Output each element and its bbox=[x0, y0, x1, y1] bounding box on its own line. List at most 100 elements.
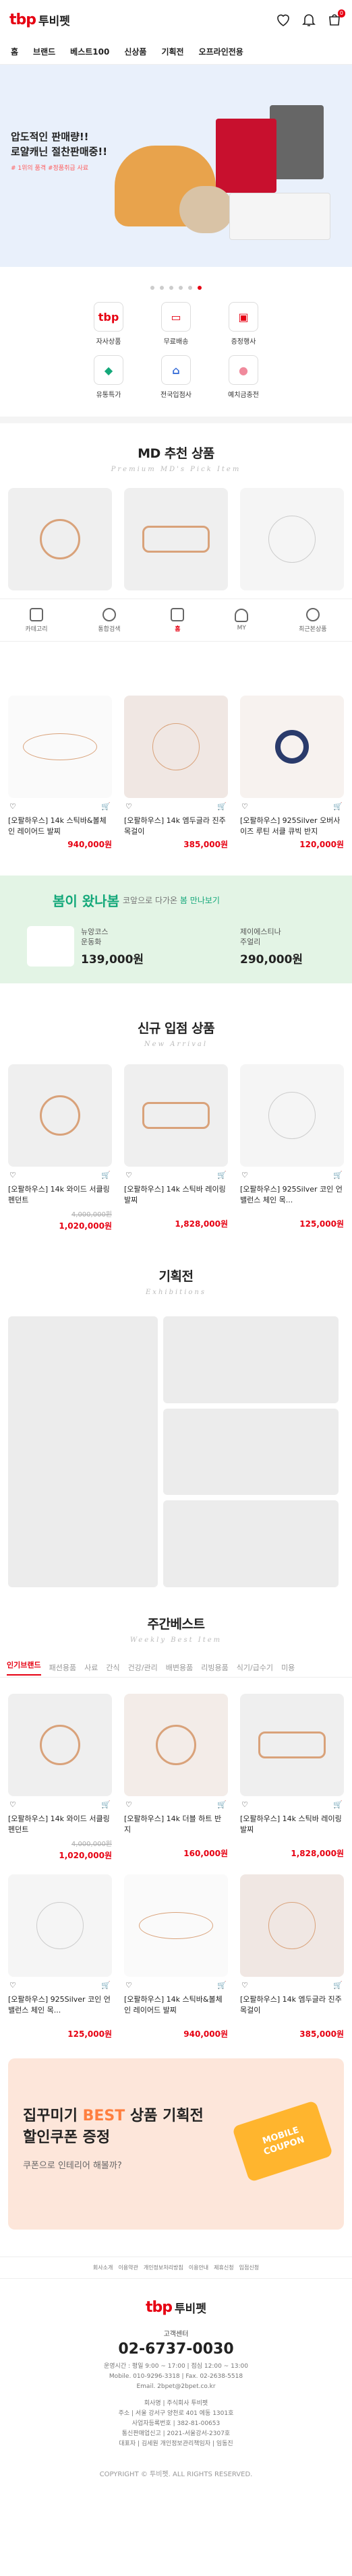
pagination-dot[interactable] bbox=[188, 286, 192, 290]
pagination-dot[interactable] bbox=[160, 286, 164, 290]
logo[interactable]: tbp 투비펫 bbox=[9, 11, 70, 28]
product-name: [오팔하우스] 14k 스틱바&볼체인 레이어드 발찌 bbox=[124, 1995, 223, 2015]
product-card[interactable]: ♡ 🛒 [오팔하우스] 925Silver 코인 언밸런스 체인 목... 125… bbox=[240, 1064, 344, 1231]
product-card[interactable]: ♡ 🛒 [오팔하우스] 925Silver 오버사이즈 루틴 서클 큐빅 반지 1… bbox=[240, 696, 344, 850]
heart-icon[interactable]: ♡ bbox=[125, 1981, 135, 1990]
cart-icon[interactable]: 🛒 bbox=[101, 802, 111, 811]
cart-icon[interactable]: 🛒 bbox=[217, 1800, 227, 1810]
tab-snack[interactable]: 간식 bbox=[106, 1662, 119, 1673]
tab-fashion[interactable]: 패션용품 bbox=[49, 1662, 76, 1673]
product-card[interactable]: ♡ 🛒 [오팔하우스] 14k 와이드 서클링 펜던트 4,000,000원 1,… bbox=[8, 1064, 112, 1231]
coupon-banner[interactable]: 집꾸미기 BEST 상품 기획전 할인쿠폰 증정 쿠폰으로 인테리어 해볼까? M… bbox=[8, 2058, 344, 2230]
cart-icon[interactable]: 🛒 bbox=[101, 1171, 111, 1180]
bottom-nav-label: MY bbox=[237, 625, 246, 632]
heart-icon[interactable]: ♡ bbox=[9, 1981, 19, 1990]
heart-icon[interactable]: ♡ bbox=[125, 1171, 135, 1180]
footer-link-vendor[interactable]: 입점신청 bbox=[239, 2264, 259, 2271]
product-card[interactable]: ♡ 🛒 [오팔하우스] 14k 스틱바 레이링 발찌 1,828,000원 bbox=[124, 1064, 228, 1231]
ring-image bbox=[275, 730, 309, 764]
tab-health[interactable]: 건강/관리 bbox=[128, 1662, 158, 1673]
product-card[interactable]: ♡ 🛒 [오팔하우스] 14k 스틱바 레이링 발찌 1,828,000원 bbox=[240, 1694, 344, 1861]
heart-icon[interactable]: ♡ bbox=[241, 1171, 251, 1180]
bottom-nav-recent[interactable]: 최근본상품 bbox=[299, 607, 327, 633]
footer-link-about[interactable]: 회사소개 bbox=[93, 2264, 113, 2271]
cart-icon[interactable]: 🛒 bbox=[101, 1981, 111, 1990]
heart-icon[interactable]: ♡ bbox=[9, 1800, 19, 1810]
quick-item-deposit[interactable]: ● 예치금충전 bbox=[210, 355, 277, 399]
cart-icon[interactable]: 🛒 bbox=[333, 802, 343, 811]
bottom-nav-home[interactable]: 홈 bbox=[171, 607, 185, 633]
bell-icon[interactable] bbox=[301, 11, 317, 28]
heart-icon[interactable] bbox=[275, 11, 291, 28]
product-card[interactable] bbox=[124, 488, 228, 590]
heart-icon[interactable]: ♡ bbox=[9, 1171, 19, 1180]
nav-home[interactable]: 홈 bbox=[11, 46, 18, 57]
nav-new[interactable]: 신상품 bbox=[124, 46, 146, 57]
product-card[interactable] bbox=[240, 488, 344, 590]
heart-icon[interactable]: ♡ bbox=[241, 802, 251, 811]
cart-icon[interactable]: 🛒 bbox=[333, 1171, 343, 1180]
spring-item[interactable]: 뉴앙코스 운동화 139,000원 bbox=[27, 926, 144, 967]
product-image bbox=[240, 1064, 344, 1167]
product-actions: ♡ 🛒 bbox=[8, 1977, 112, 1994]
cart-icon[interactable]: 🛒 bbox=[217, 802, 227, 811]
pagination-dot[interactable] bbox=[150, 286, 154, 290]
product-card[interactable]: ♡ 🛒 [오팔하우스] 925Silver 코인 언밸런스 체인 목... 125… bbox=[8, 1874, 112, 2040]
product-card[interactable]: ♡ 🛒 [오팔하우스] 14k 더블 하트 반지 160,000원 bbox=[124, 1694, 228, 1861]
cart-icon[interactable]: 🛒 bbox=[333, 1800, 343, 1810]
exhibition-banner[interactable] bbox=[8, 1316, 158, 1587]
heart-icon[interactable]: ♡ bbox=[9, 802, 19, 811]
bottom-nav-my[interactable]: MY bbox=[235, 609, 249, 632]
footer-link-terms[interactable]: 이용약관 bbox=[118, 2264, 138, 2271]
cart-icon[interactable]: 🛒 bbox=[217, 1981, 227, 1990]
pagination-dot[interactable] bbox=[179, 286, 183, 290]
cart-icon[interactable]: 🛒 bbox=[333, 1981, 343, 1990]
quick-item-own[interactable]: tbp 자사상품 bbox=[75, 302, 142, 346]
heart-icon[interactable]: ♡ bbox=[241, 1800, 251, 1810]
quick-item-free-shipping[interactable]: ▭ 무료배송 bbox=[142, 302, 210, 346]
cart-icon[interactable]: 🛒 bbox=[101, 1800, 111, 1810]
nav-brand[interactable]: 브랜드 bbox=[33, 46, 55, 57]
spring-item[interactable]: 제이에스티나 주얼리 290,000원 bbox=[186, 926, 303, 967]
footer-link-partner[interactable]: 제휴신청 bbox=[214, 2264, 233, 2271]
tab-food[interactable]: 사료 bbox=[84, 1662, 98, 1673]
product-card[interactable]: ♡ 🛒 [오팔하우스] 14k 엠두글라 진주 목걸이 385,000원 bbox=[240, 1874, 344, 2040]
spring-banner[interactable]: 봄이 왔나봄 코앞으로 다가온 봄 만나보기 뉴앙코스 운동화 139,000원 … bbox=[0, 876, 352, 983]
cs-phone[interactable]: 02-6737-0030 bbox=[0, 2341, 352, 2358]
exhibition-banner[interactable] bbox=[163, 1500, 339, 1587]
spring-title: 봄이 왔나봄 bbox=[53, 893, 119, 909]
product-card[interactable]: ♡ 🛒 [오팔하우스] 14k 와이드 서클링 펜던트 4,000,000원 1,… bbox=[8, 1694, 112, 1861]
product-card[interactable]: ♡ 🛒 [오팔하우스] 14k 스틱바&볼체인 레이어드 발찌 940,000원 bbox=[124, 1874, 228, 2040]
bottom-nav-search[interactable]: 통합검색 bbox=[98, 607, 121, 633]
nav-best100[interactable]: 베스트100 bbox=[70, 46, 109, 57]
cart-icon[interactable]: 🛒 bbox=[217, 1171, 227, 1180]
quick-item-deal[interactable]: ◆ 유통특가 bbox=[75, 355, 142, 399]
banner-line1: 압도적인 판매량!! bbox=[11, 131, 89, 143]
product-card[interactable] bbox=[8, 488, 112, 590]
tab-toilet[interactable]: 배변용품 bbox=[166, 1662, 193, 1673]
pagination-dot-active[interactable] bbox=[198, 286, 202, 290]
nav-exhibition[interactable]: 기획전 bbox=[161, 46, 183, 57]
product-card[interactable]: ♡ 🛒 [오팔하우스] 14k 엠두글라 진주 목걸이 385,000원 bbox=[124, 696, 228, 850]
product-card[interactable]: ♡ 🛒 [오팔하우스] 14k 스틱바&볼체인 레이어드 발찌 940,000원 bbox=[8, 696, 112, 850]
heart-icon[interactable]: ♡ bbox=[125, 802, 135, 811]
menu-icon bbox=[29, 607, 43, 621]
tab-beauty[interactable]: 미용 bbox=[281, 1662, 295, 1673]
tab-bowl[interactable]: 식기/급수기 bbox=[237, 1662, 273, 1673]
heart-icon[interactable]: ♡ bbox=[241, 1981, 251, 1990]
nav-offline[interactable]: 오프라인전용 bbox=[199, 46, 243, 57]
cart-icon[interactable]: 0 bbox=[326, 9, 345, 28]
tab-popular-brand[interactable]: 인기브랜드 bbox=[7, 1659, 41, 1676]
quick-item-gift[interactable]: ▣ 증정행사 bbox=[210, 302, 277, 346]
exhibition-banner[interactable] bbox=[163, 1316, 339, 1403]
pagination-dot[interactable] bbox=[169, 286, 173, 290]
product-image bbox=[240, 1874, 344, 1977]
main-banner[interactable]: 압도적인 판매량!! 로얄캐닌 절찬판매중!! # 1위의 품격 #정품취급 사료 bbox=[0, 65, 352, 267]
footer-link-privacy[interactable]: 개인정보처리방침 bbox=[144, 2264, 183, 2271]
bottom-nav-category[interactable]: 카테고리 bbox=[25, 607, 48, 633]
footer-link-guide[interactable]: 이용안내 bbox=[189, 2264, 208, 2271]
quick-item-store[interactable]: ⌂ 전국입점사 bbox=[142, 355, 210, 399]
heart-icon[interactable]: ♡ bbox=[125, 1800, 135, 1810]
exhibition-banner[interactable] bbox=[163, 1408, 339, 1496]
tab-living[interactable]: 리빙용품 bbox=[201, 1662, 228, 1673]
